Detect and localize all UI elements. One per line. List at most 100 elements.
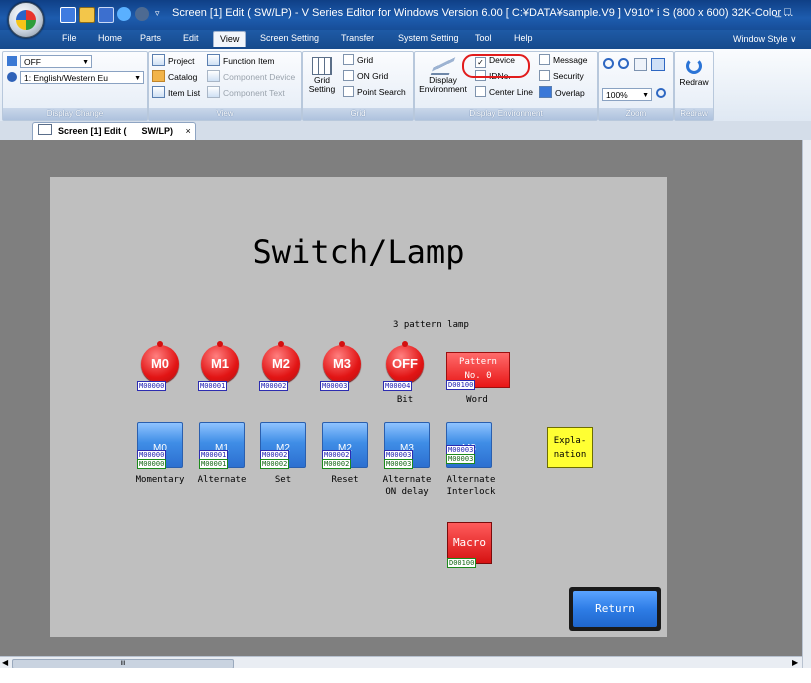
component-text-icon bbox=[207, 86, 220, 98]
explanation-label: Expla- nation bbox=[553, 436, 587, 460]
device-tag: M00001 bbox=[198, 381, 228, 391]
catalog-label: Catalog bbox=[168, 72, 198, 82]
device-tag: M00001 bbox=[199, 459, 229, 469]
language-icon bbox=[7, 72, 17, 82]
bit-label: Bit bbox=[396, 395, 414, 405]
on-grid-label: ON Grid bbox=[357, 71, 389, 81]
message-checkbox[interactable]: Message bbox=[539, 54, 588, 66]
center-line-checkbox[interactable]: Center Line bbox=[475, 86, 533, 98]
undo-icon[interactable] bbox=[117, 7, 131, 21]
zoom-out-icon[interactable] bbox=[618, 58, 629, 69]
layer-select-value: OFF bbox=[24, 57, 41, 67]
security-label: Security bbox=[553, 71, 584, 81]
item-list-label: Item List bbox=[168, 88, 201, 98]
grid-setting-label: Grid Setting bbox=[308, 75, 336, 94]
component-device-button[interactable]: Component Device bbox=[207, 70, 295, 83]
application-menu-button[interactable] bbox=[8, 2, 44, 38]
lamp-m0[interactable]: M0 bbox=[141, 341, 179, 383]
chevron-down-icon: ▼ bbox=[134, 75, 141, 82]
zoom-level-select[interactable]: 100% ▼ bbox=[602, 88, 652, 101]
menu-transfer[interactable]: Transfer bbox=[341, 33, 374, 43]
word-lamp-line2: No. 0 bbox=[464, 371, 492, 381]
menu-tool[interactable]: Tool bbox=[475, 33, 492, 43]
group-caption: Display Change bbox=[3, 108, 147, 120]
menu-edit[interactable]: Edit bbox=[183, 33, 199, 43]
point-search-label: Point Search bbox=[357, 87, 406, 97]
group-view: Project Catalog Item List Function Item … bbox=[148, 51, 302, 121]
zoom-fit-icon[interactable] bbox=[651, 58, 665, 71]
project-icon bbox=[152, 54, 165, 66]
menu-view[interactable]: View bbox=[213, 31, 247, 47]
redraw-button[interactable]: Redraw bbox=[676, 55, 712, 105]
display-environment-button[interactable]: Display Environment bbox=[417, 54, 469, 106]
menu-help[interactable]: Help bbox=[514, 33, 533, 43]
center-line-label: Center Line bbox=[489, 87, 533, 97]
project-button[interactable]: Project bbox=[152, 54, 194, 67]
lamp-m1[interactable]: M1 bbox=[201, 341, 239, 383]
chevron-down-icon: ▼ bbox=[82, 59, 89, 66]
vertical-scrollbar[interactable] bbox=[802, 140, 811, 668]
overlap-button[interactable]: Overlap bbox=[539, 86, 585, 99]
catalog-button[interactable]: Catalog bbox=[152, 70, 197, 83]
screen-canvas[interactable]: Switch/Lamp 3 pattern lamp M0 M00000 M1 … bbox=[50, 177, 667, 637]
lamp-m2[interactable]: M2 bbox=[262, 341, 300, 383]
item-list-button[interactable]: Item List bbox=[152, 86, 200, 99]
language-select[interactable]: 1: English/Western Eu ▼ bbox=[20, 71, 144, 84]
group-caption: Zoom bbox=[599, 108, 673, 120]
device-tag: M00003 bbox=[384, 459, 414, 469]
grid-checkbox[interactable]: Grid bbox=[343, 54, 373, 66]
device-tag: D00100 bbox=[447, 558, 477, 568]
point-search-checkbox[interactable]: Point Search bbox=[343, 86, 406, 98]
new-file-icon[interactable] bbox=[60, 7, 76, 23]
zoom-level-value: 100% bbox=[606, 90, 628, 100]
redo-icon[interactable] bbox=[135, 7, 149, 21]
explanation-button[interactable]: Expla- nation bbox=[547, 427, 593, 468]
group-caption: Grid bbox=[303, 108, 413, 120]
redraw-label: Redraw bbox=[679, 77, 709, 87]
function-item-button[interactable]: Function Item bbox=[207, 54, 275, 67]
menu-file[interactable]: File bbox=[62, 33, 77, 43]
lamp-off[interactable]: OFF bbox=[386, 341, 424, 383]
on-grid-checkbox[interactable]: ON Grid bbox=[343, 70, 388, 82]
function-item-icon bbox=[207, 54, 220, 66]
component-text-button[interactable]: Component Text bbox=[207, 86, 285, 99]
return-button[interactable]: Return bbox=[569, 587, 661, 631]
security-checkbox[interactable]: Security bbox=[539, 70, 584, 82]
window-controls[interactable]: _ □ bbox=[775, 6, 791, 18]
scroll-right-icon[interactable]: ▶ bbox=[792, 658, 798, 667]
center-line-check bbox=[475, 86, 486, 97]
message-check bbox=[539, 54, 550, 65]
grid-setting-button[interactable]: Grid Setting bbox=[305, 54, 339, 104]
device-tag: M00004 bbox=[383, 381, 413, 391]
scroll-left-icon[interactable]: ◀ bbox=[2, 658, 8, 667]
app-logo-icon bbox=[16, 10, 36, 30]
switch-caption: Alternate bbox=[197, 475, 247, 485]
screen-title: Switch/Lamp bbox=[252, 233, 465, 271]
save-icon[interactable] bbox=[98, 7, 114, 23]
item-list-icon bbox=[152, 86, 165, 98]
tab-close-button[interactable]: × bbox=[186, 126, 191, 136]
return-button-face: Return bbox=[573, 591, 657, 627]
word-lamp-line1: Pattern bbox=[459, 357, 497, 367]
layer-select[interactable]: OFF ▼ bbox=[20, 55, 92, 68]
open-folder-icon[interactable] bbox=[79, 7, 95, 23]
window-style-menu[interactable]: Window Style ∨ bbox=[733, 34, 797, 45]
zoom-100-icon[interactable] bbox=[634, 58, 647, 71]
grid-label: Grid bbox=[357, 55, 374, 65]
menu-home[interactable]: Home bbox=[98, 33, 122, 43]
on-grid-check bbox=[343, 70, 354, 81]
switch-caption: Set bbox=[274, 475, 292, 485]
menu-system-setting[interactable]: System Setting bbox=[398, 33, 459, 43]
device-tag: M00003 bbox=[320, 381, 350, 391]
quick-access-dropdown-icon[interactable]: ▿ bbox=[155, 8, 160, 19]
zoom-in-icon[interactable] bbox=[603, 58, 614, 69]
zoom-search-icon[interactable] bbox=[656, 88, 666, 98]
menu-bar: File Home Parts Edit View Screen Setting… bbox=[0, 30, 811, 49]
lamp-m3[interactable]: M3 bbox=[323, 341, 361, 383]
tab-screen-edit[interactable]: Screen [1] Edit ( SW/LP) × bbox=[32, 122, 196, 140]
group-redraw: Redraw Redraw bbox=[674, 51, 714, 121]
macro-label: Macro bbox=[452, 536, 487, 549]
switch-caption: Momentary bbox=[135, 475, 185, 485]
menu-screen-setting[interactable]: Screen Setting bbox=[260, 33, 319, 43]
menu-parts[interactable]: Parts bbox=[140, 33, 161, 43]
